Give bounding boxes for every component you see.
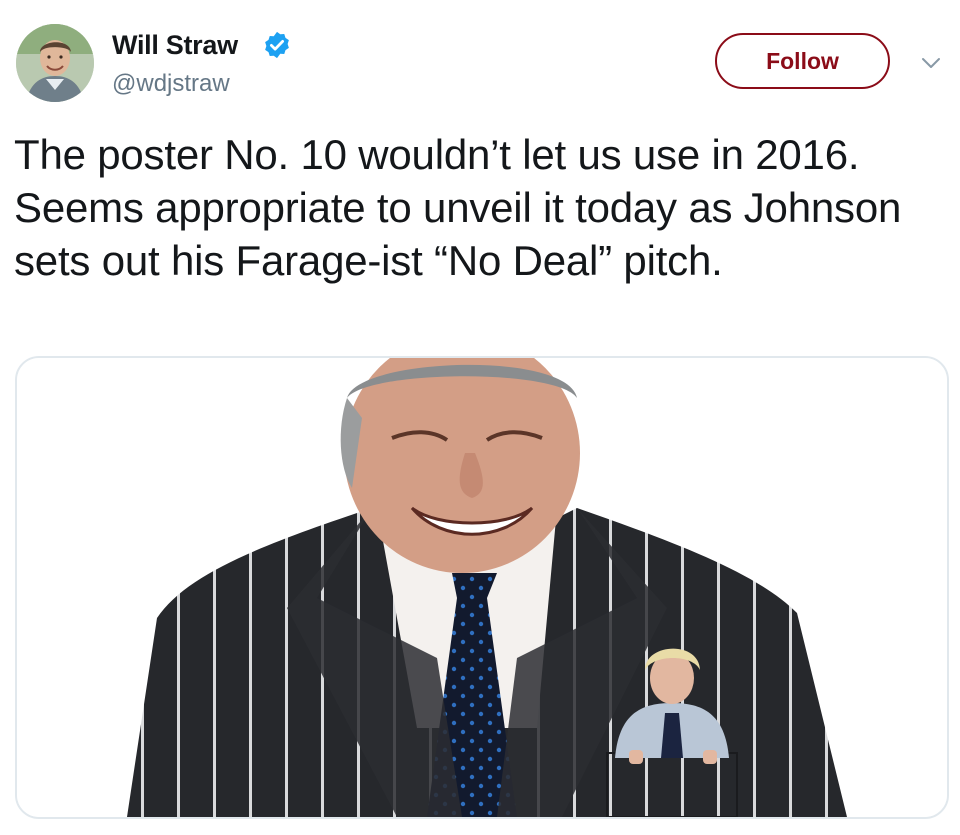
tweet-media-photo[interactable] (15, 356, 949, 819)
avatar-photo-icon (16, 24, 94, 102)
verified-badge-icon (265, 31, 289, 59)
author-name[interactable]: Will Straw (112, 29, 238, 61)
author-avatar[interactable] (16, 24, 94, 102)
chevron-down-icon[interactable] (918, 52, 944, 74)
author-handle[interactable]: @wdjstraw (112, 70, 230, 98)
poster-image (17, 358, 947, 817)
tweet-card: Will Straw @wdjstraw Follow The poster N… (0, 0, 960, 835)
tweet-text: The poster No. 10 wouldn’t let us use in… (14, 131, 902, 284)
follow-button[interactable]: Follow (715, 33, 890, 89)
